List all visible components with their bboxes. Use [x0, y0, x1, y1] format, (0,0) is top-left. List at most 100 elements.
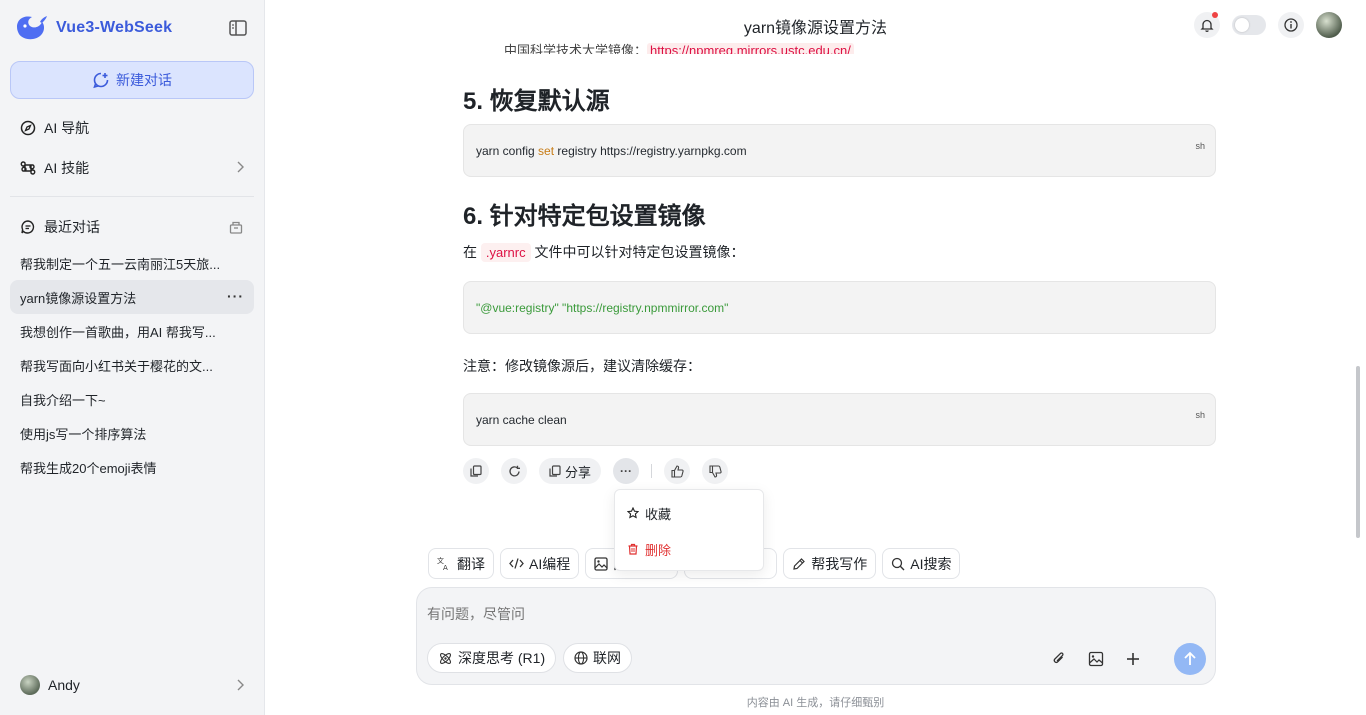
history-item[interactable]: 帮我写面向小红书关于樱花的文...	[10, 348, 254, 382]
history-label: yarn镜像源设置方法	[20, 290, 137, 306]
divider	[651, 464, 653, 478]
star-icon	[627, 507, 639, 519]
refresh-icon	[508, 465, 520, 476]
command-icon	[20, 161, 36, 175]
notification-button[interactable]	[1194, 12, 1220, 38]
recent-title: 最近对话	[44, 219, 100, 235]
favorite-menu-item[interactable]: 收藏	[627, 503, 671, 523]
add-button[interactable]	[1124, 650, 1142, 668]
chip-writing[interactable]: 帮我写作	[783, 548, 877, 579]
nav-ai-skills[interactable]: AI 技能	[10, 151, 254, 185]
new-chat-button[interactable]: 新建对话	[10, 61, 254, 99]
chat-bubble-icon	[21, 220, 35, 234]
send-button[interactable]	[1174, 643, 1206, 675]
code-icon	[509, 558, 524, 569]
code-lang-label: sh	[1195, 410, 1205, 420]
user-name: Andy	[48, 677, 80, 693]
thumbs-down-icon	[708, 464, 722, 478]
para-text: 文件中可以针对特定包设置镜像：	[534, 244, 745, 260]
dislike-button[interactable]	[702, 458, 729, 484]
ai-disclaimer: 内容由 AI 生成，请仔细甄别	[265, 694, 1366, 710]
history-item[interactable]: 自我介绍一下~	[10, 382, 254, 416]
history-item[interactable]: 帮我制定一个五一云南丽江5天旅...	[10, 246, 254, 280]
recent-chats-header: 最近对话	[10, 214, 254, 240]
avatar	[20, 675, 40, 695]
share-button[interactable]: 分享	[539, 458, 602, 484]
history-item[interactable]: 我想创作一首歌曲，用AI 帮我写...	[10, 314, 254, 348]
chevron-right-icon	[237, 679, 244, 691]
globe-icon	[574, 651, 588, 665]
paperclip-icon	[1053, 652, 1064, 664]
code-keyword: set	[538, 143, 555, 158]
user-avatar[interactable]	[1316, 12, 1342, 38]
attach-button[interactable]	[1050, 650, 1068, 668]
info-button[interactable]	[1278, 12, 1304, 38]
pen-icon	[793, 557, 806, 570]
mirror-link[interactable]: https://npmreg.mirrors.ustc.edu.cn/	[647, 43, 854, 54]
favorite-label: 收藏	[645, 506, 672, 522]
translate-icon: 文A	[437, 556, 448, 571]
info-icon	[1284, 18, 1298, 32]
clear-history-icon[interactable]	[228, 219, 244, 235]
history-item-active[interactable]: yarn镜像源设置方法 ···	[10, 280, 254, 314]
notification-dot	[1212, 12, 1218, 18]
web-search-toggle[interactable]: 联网	[563, 643, 632, 673]
history-label: 使用js写一个排序算法	[20, 426, 147, 442]
toggle-knob	[1235, 18, 1249, 32]
delete-menu-item[interactable]: 删除	[627, 539, 671, 559]
chip-ai-search[interactable]: AI搜索	[882, 548, 961, 579]
deep-think-toggle[interactable]: 深度思考 (R1)	[427, 643, 557, 673]
code-part: yarn config	[476, 143, 539, 158]
upload-image-button[interactable]	[1087, 650, 1105, 668]
nav-ai-navigation[interactable]: AI 导航	[10, 111, 254, 145]
share-icon	[549, 465, 561, 477]
more-actions-menu: 收藏 删除	[614, 489, 764, 571]
bell-icon	[1200, 19, 1214, 32]
trash-icon	[628, 543, 638, 555]
history-more-icon[interactable]: ···	[227, 288, 244, 304]
para-text: 在	[463, 244, 477, 260]
code-block-scope-registry: "@vue:registry" "https://registry.npmmir…	[463, 281, 1216, 334]
disclaimer-text: 内容由 AI 生成，请仔细甄别	[746, 697, 885, 709]
new-chat-label: 新建对话	[116, 72, 172, 88]
history-item[interactable]: 帮我生成20个emoji表情	[10, 450, 254, 484]
brand-name: Vue3-WebSeek	[56, 19, 173, 36]
code-string: "@vue:registry" "https://registry.npmmir…	[476, 300, 729, 315]
atom-icon	[439, 652, 452, 664]
sidebar-collapse-icon[interactable]	[228, 18, 248, 38]
history-label: 我想创作一首歌曲，用AI 帮我写...	[20, 324, 216, 340]
chip-label: 翻译	[457, 555, 485, 572]
copy-icon	[470, 465, 482, 477]
brand[interactable]: Vue3-WebSeek	[14, 12, 172, 44]
copy-button[interactable]	[463, 458, 489, 484]
theme-toggle[interactable]	[1232, 15, 1266, 35]
chip-label: AI编程	[529, 555, 571, 572]
truncated-list-line: 中国科学技术大学镜像： https://npmreg.mirrors.ustc.e…	[504, 40, 854, 54]
scrollbar[interactable]	[1356, 366, 1360, 538]
history-label: 帮我写面向小红书关于樱花的文...	[20, 358, 213, 374]
history-label: 帮我生成20个emoji表情	[20, 460, 157, 476]
section-heading-6: 6. 针对特定包设置镜像	[463, 203, 706, 230]
history-list: 帮我制定一个五一云南丽江5天旅... yarn镜像源设置方法 ··· 我想创作一首…	[10, 246, 254, 484]
code-text: yarn cache clean	[476, 412, 567, 427]
share-label: 分享	[565, 464, 592, 480]
message-actions: 分享 ···	[463, 458, 729, 484]
thumbs-up-icon	[670, 464, 684, 478]
svg-text:A: A	[443, 564, 448, 571]
code-block-cache-clean: yarn cache clean sh	[463, 393, 1216, 446]
sidebar: Vue3-WebSeek 新建对话 AI 导航 AI 技能 最近对话 帮我制定一…	[0, 0, 265, 715]
history-item[interactable]: 使用js写一个排序算法	[10, 416, 254, 450]
chip-ai-coding[interactable]: AI编程	[500, 548, 580, 579]
web-label: 联网	[593, 650, 621, 666]
chevron-right-icon	[237, 161, 244, 173]
more-actions-button[interactable]: ···	[613, 458, 640, 484]
arrow-up-icon	[1184, 651, 1196, 665]
regenerate-button[interactable]	[501, 458, 527, 484]
paragraph-note: 注意：修改镜像源后，建议清除缓存：	[463, 358, 701, 374]
chat-input[interactable]	[427, 606, 927, 622]
user-menu[interactable]: Andy	[10, 669, 254, 701]
ellipsis-icon: ···	[620, 464, 633, 478]
chip-translate[interactable]: 文A 翻译	[428, 548, 494, 579]
like-button[interactable]	[664, 458, 691, 484]
new-chat-icon	[93, 72, 109, 89]
